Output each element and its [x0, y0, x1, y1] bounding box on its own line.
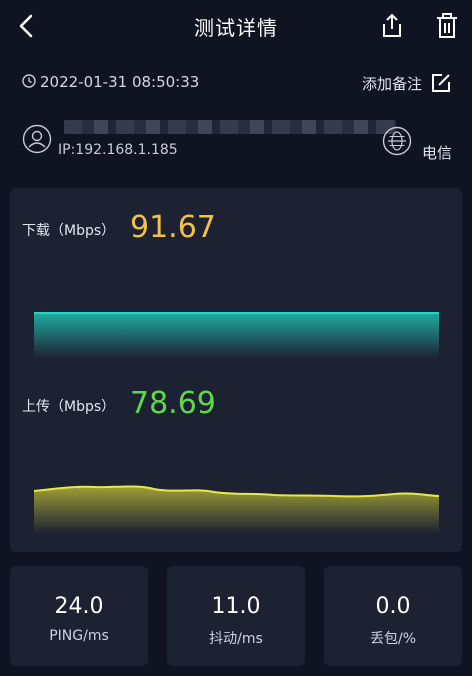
upload-label: 上传（Mbps）: [22, 399, 116, 415]
download-label: 下载（Mbps）: [22, 223, 116, 239]
download-value: 91.67: [130, 210, 216, 245]
upload-graph: [34, 485, 439, 533]
share-icon[interactable]: [378, 12, 406, 40]
packet-loss-value: 0.0: [375, 594, 411, 619]
ping-stat: 24.0 PING/ms: [10, 566, 148, 666]
speed-results-card: 下载（Mbps） 91.67 上传（Mbps） 78.69: [10, 188, 462, 552]
add-note-button[interactable]: 添加备注: [362, 72, 452, 94]
ping-value: 24.0: [54, 594, 104, 619]
download-graph: [34, 312, 439, 358]
stats-row: 24.0 PING/ms 11.0 抖动/ms 0.0 丢包/%: [10, 566, 462, 666]
ip-address: IP:192.168.1.185: [58, 142, 178, 158]
test-datetime: 2022-01-31 08:50:33: [40, 73, 200, 91]
add-note-label: 添加备注: [361, 74, 422, 93]
jitter-label: 抖动/ms: [209, 631, 263, 647]
carrier-label: 电信: [421, 144, 452, 162]
jitter-value: 11.0: [211, 594, 261, 619]
ping-label: PING/ms: [49, 628, 109, 644]
clock-icon: [22, 74, 36, 88]
packet-loss-label: 丢包/%: [369, 631, 417, 647]
header-bar: 测试详情: [0, 0, 472, 52]
jitter-stat: 11.0 抖动/ms: [167, 566, 305, 666]
user-info-row: IP:192.168.1.185 电信: [22, 116, 452, 164]
globe-icon: [382, 126, 412, 156]
test-meta-row: 2022-01-31 08:50:33 添加备注: [22, 72, 452, 94]
user-avatar-icon: [22, 124, 52, 154]
redacted-info: [64, 120, 396, 134]
upload-value: 78.69: [130, 386, 216, 421]
trash-icon[interactable]: [433, 12, 461, 40]
edit-icon: [432, 74, 450, 92]
packet-loss-stat: 0.0 丢包/%: [324, 566, 462, 666]
